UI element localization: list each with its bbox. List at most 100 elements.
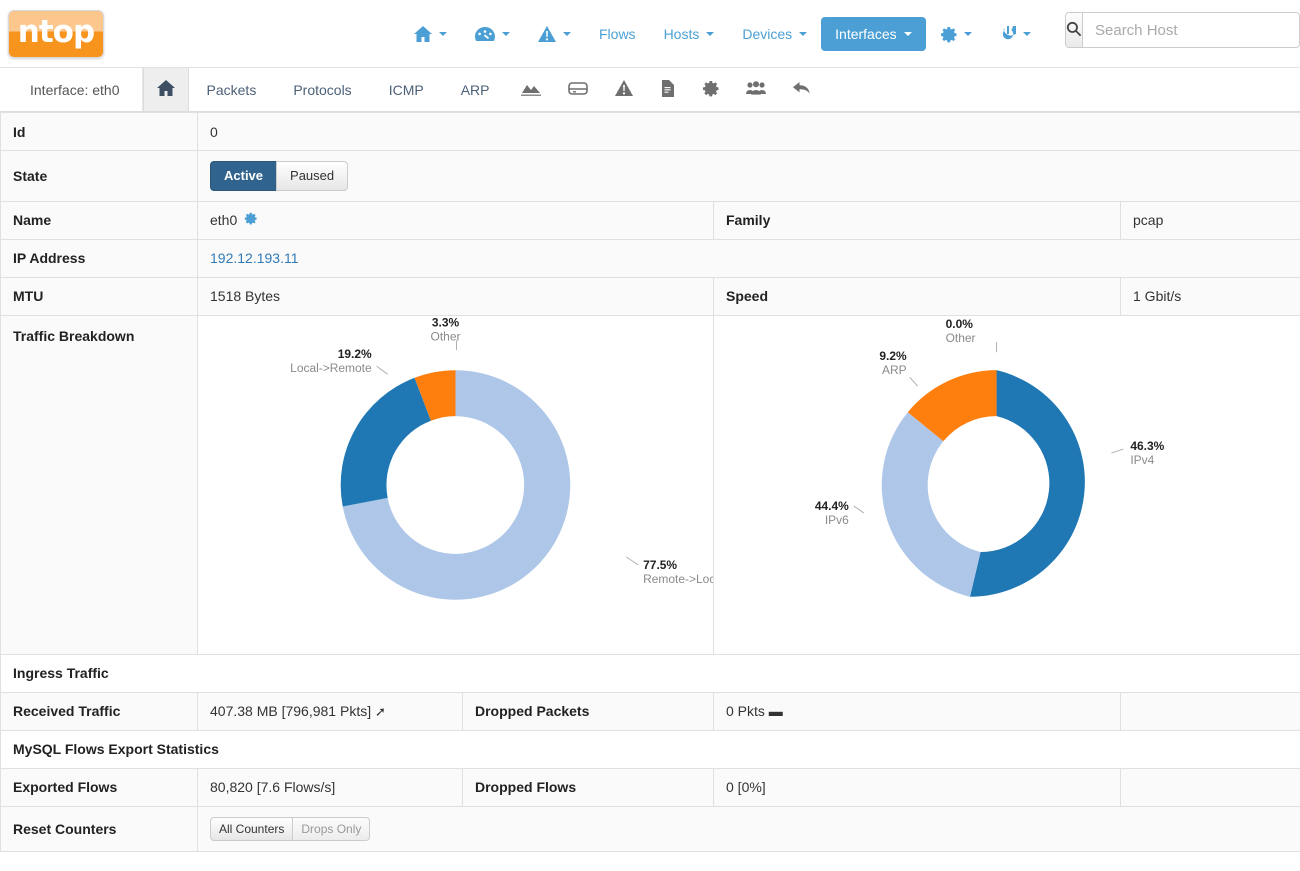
gear-icon[interactable] xyxy=(244,212,257,228)
tab-alerts[interactable] xyxy=(602,68,647,111)
nav-devices[interactable]: Devices xyxy=(728,17,821,51)
reset-all-counters-button[interactable]: All Counters xyxy=(210,817,293,841)
donut-protocol-wrap: 46.3% IPv4 44.4% IPv6 9.2% ARP 0.0% Othe… xyxy=(714,316,1300,654)
tab-protocols[interactable]: Protocols xyxy=(275,68,370,111)
chevron-down-icon xyxy=(439,32,447,36)
donut-direction-svg: 77.5% Remote->Local 19.2% Local->Remote … xyxy=(198,316,713,654)
label-mysql-export: MySQL Flows Export Statistics xyxy=(1,730,1300,768)
primary-nav: Flows Hosts Devices Interfaces xyxy=(400,0,1045,68)
tab-back[interactable] xyxy=(780,68,825,111)
label-other-pct: 3.3% xyxy=(432,316,460,329)
nav-hosts[interactable]: Hosts xyxy=(650,17,729,51)
ip-address-link[interactable]: 192.12.193.11 xyxy=(210,250,299,266)
nav-hosts-label: Hosts xyxy=(664,26,700,42)
label-traffic-breakdown: Traffic Breakdown xyxy=(1,315,198,654)
nav-flows[interactable]: Flows xyxy=(585,17,650,51)
table-row-exported-flows: Exported Flows 80,820 [7.6 Flows/s] Drop… xyxy=(1,768,1300,806)
value-id: 0 xyxy=(198,113,1300,151)
label-ipv6-name: IPv6 xyxy=(825,513,849,527)
reset-counters-group: All Counters Drops Only xyxy=(210,817,370,841)
database-icon xyxy=(568,81,588,99)
value-ip-address: 192.12.193.11 xyxy=(198,239,1300,277)
chevron-down-icon xyxy=(964,32,972,36)
chevron-down-icon xyxy=(563,32,571,36)
tab-arp[interactable]: ARP xyxy=(443,68,509,111)
nav-home[interactable] xyxy=(400,17,461,51)
value-reset-counters: All Counters Drops Only xyxy=(198,806,1300,851)
chevron-down-icon xyxy=(502,32,510,36)
leader-line-arp xyxy=(910,377,918,386)
state-paused-button[interactable]: Paused xyxy=(276,161,348,191)
search-input[interactable] xyxy=(1083,13,1300,47)
value-dropped-packets: 0 Pkts ▬ xyxy=(714,692,1121,730)
tab-overview[interactable] xyxy=(143,68,189,111)
top-navbar: ntop Flows Hosts xyxy=(0,0,1300,68)
label-ipv4-name: IPv4 xyxy=(1130,453,1154,467)
search-button[interactable] xyxy=(1066,13,1083,47)
back-arrow-icon xyxy=(793,81,811,99)
label-exported-flows: Exported Flows xyxy=(1,768,198,806)
label-family: Family xyxy=(714,201,1121,239)
table-row-name-family: Name eth0 Family pcap xyxy=(1,201,1300,239)
ntop-logo[interactable]: ntop xyxy=(8,10,104,58)
label-id: Id xyxy=(1,113,198,151)
users-group-icon xyxy=(746,81,766,99)
label-state: State xyxy=(1,151,198,202)
tab-settings[interactable] xyxy=(689,68,733,111)
interface-title: Interface: eth0 xyxy=(8,68,143,111)
label-speed: Speed xyxy=(714,277,1121,315)
value-speed: 1 Gbit/s xyxy=(1121,277,1300,315)
label-local-remote-name: Local->Remote xyxy=(290,361,372,375)
nav-devices-label: Devices xyxy=(742,26,792,42)
trend-up-icon: ➚ xyxy=(375,704,386,719)
label-ip-address: IP Address xyxy=(1,239,198,277)
nav-settings[interactable] xyxy=(926,17,986,52)
power-icon xyxy=(1000,26,1016,43)
label-other2-pct: 0.0% xyxy=(946,317,974,331)
nav-dashboard[interactable] xyxy=(461,17,524,51)
tab-pools[interactable] xyxy=(733,68,780,111)
interface-tab-bar: Interface: eth0 Packets Protocols ICMP A… xyxy=(0,68,1300,112)
search-icon xyxy=(1066,21,1082,40)
value-exported-flows: 80,820 [7.6 Flows/s] xyxy=(198,768,463,806)
trend-flat-icon: ▬ xyxy=(769,703,783,719)
tab-packets[interactable]: Packets xyxy=(189,68,276,111)
tab-icmp[interactable]: ICMP xyxy=(371,68,443,111)
chart-traffic-direction: 77.5% Remote->Local 19.2% Local->Remote … xyxy=(198,315,714,654)
label-remote-local-pct: 77.5% xyxy=(643,557,677,571)
label-received-traffic: Received Traffic xyxy=(1,692,198,730)
value-received-traffic: 407.38 MB [796,981 Pkts] ➚ xyxy=(198,692,463,730)
table-row-state: State Active Paused xyxy=(1,151,1300,202)
label-other2-name: Other xyxy=(946,331,976,345)
interface-name-text: eth0 xyxy=(210,212,237,228)
chevron-down-icon xyxy=(904,32,912,36)
label-arp-pct: 9.2% xyxy=(879,349,907,363)
nav-flows-label: Flows xyxy=(599,26,636,42)
label-other-name: Other xyxy=(431,329,461,343)
value-dropped-flows: 0 [0%] xyxy=(714,768,1121,806)
table-row-traffic-breakdown: Traffic Breakdown xyxy=(1,315,1300,654)
spacer-cell-received xyxy=(1121,692,1300,730)
state-active-button[interactable]: Active xyxy=(210,161,277,191)
reset-drops-only-button[interactable]: Drops Only xyxy=(292,817,370,841)
section-ingress-traffic: Ingress Traffic xyxy=(1,654,1300,692)
label-mtu: MTU xyxy=(1,277,198,315)
table-row-reset-counters: Reset Counters All Counters Drops Only xyxy=(1,806,1300,851)
label-name: Name xyxy=(1,201,198,239)
nav-interfaces[interactable]: Interfaces xyxy=(821,17,925,51)
chart-traffic-protocol: 46.3% IPv4 44.4% IPv6 9.2% ARP 0.0% Othe… xyxy=(714,315,1300,654)
tab-storage[interactable] xyxy=(555,68,602,111)
nav-alerts[interactable] xyxy=(524,17,585,51)
value-family: pcap xyxy=(1121,201,1300,239)
gear-icon xyxy=(940,26,957,43)
nav-interfaces-label: Interfaces xyxy=(835,26,896,42)
dropped-packets-text: 0 Pkts xyxy=(726,703,765,719)
chevron-down-icon xyxy=(706,32,714,36)
tab-reports[interactable] xyxy=(647,68,689,111)
value-mtu: 1518 Bytes xyxy=(198,277,714,315)
tab-charts[interactable] xyxy=(508,68,555,111)
home-icon xyxy=(414,26,432,42)
nav-power[interactable] xyxy=(986,17,1045,52)
label-ipv4-pct: 46.3% xyxy=(1130,439,1164,453)
value-name: eth0 xyxy=(198,201,714,239)
